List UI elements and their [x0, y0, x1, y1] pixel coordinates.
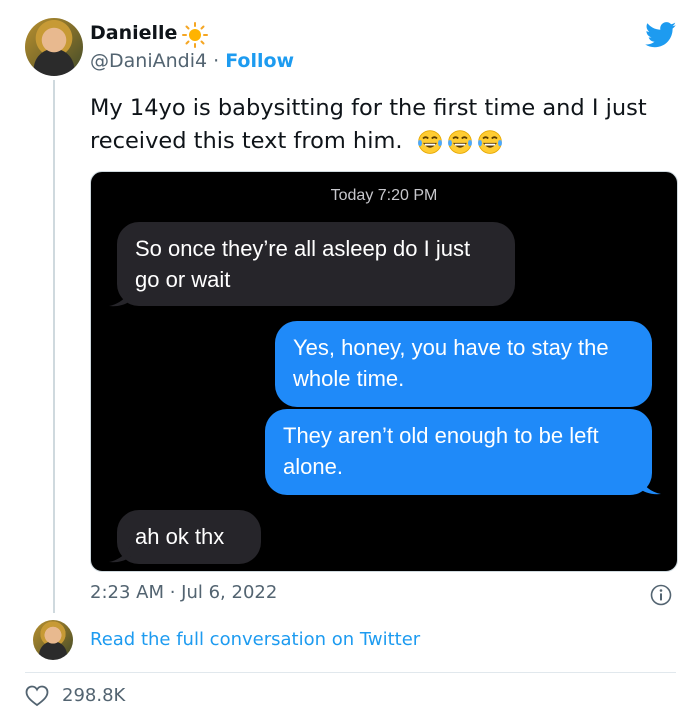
- avatar[interactable]: [25, 18, 83, 76]
- twitter-bird-icon[interactable]: [645, 22, 677, 48]
- emoji-row: [416, 125, 506, 158]
- sent-message: Yes, honey, you have to stay the whole t…: [275, 321, 652, 407]
- tears-of-joy-icon: [447, 129, 472, 154]
- message-screenshot[interactable]: Today 7:20 PM So once they’re all asleep…: [90, 171, 678, 572]
- display-name[interactable]: Danielle: [90, 22, 177, 44]
- read-conversation-link[interactable]: Read the full conversation on Twitter: [90, 629, 420, 650]
- tweet-timestamp[interactable]: 2:23 AM · Jul 6, 2022: [90, 582, 277, 603]
- sun-icon: [182, 22, 208, 48]
- like-count: 298.8K: [62, 685, 126, 706]
- handle-separator: ·: [207, 50, 226, 72]
- bubble-tail: [109, 544, 131, 563]
- received-message: So once they’re all asleep do I just go …: [117, 222, 515, 306]
- tears-of-joy-icon: [477, 129, 502, 154]
- handle[interactable]: @DaniAndi4: [90, 50, 207, 72]
- tweet-text: My 14yo is babysitting for the first tim…: [90, 92, 680, 158]
- tweet-body: My 14yo is babysitting for the first tim…: [90, 95, 647, 154]
- heart-icon[interactable]: [25, 685, 49, 707]
- follow-button[interactable]: Follow: [225, 50, 294, 72]
- bubble-tail: [639, 476, 661, 495]
- info-icon[interactable]: [650, 584, 672, 606]
- avatar-small[interactable]: [33, 620, 73, 660]
- bubble-tail: [109, 288, 131, 307]
- thread-line: [53, 80, 55, 613]
- divider: [25, 672, 676, 673]
- handle-row: @DaniAndi4 · Follow: [90, 50, 294, 72]
- received-message: ah ok thx: [117, 510, 261, 564]
- sent-message: They aren’t old enough to be left alone.: [265, 409, 652, 495]
- conversation-time-header: Today 7:20 PM: [330, 187, 438, 204]
- tears-of-joy-icon: [417, 129, 442, 154]
